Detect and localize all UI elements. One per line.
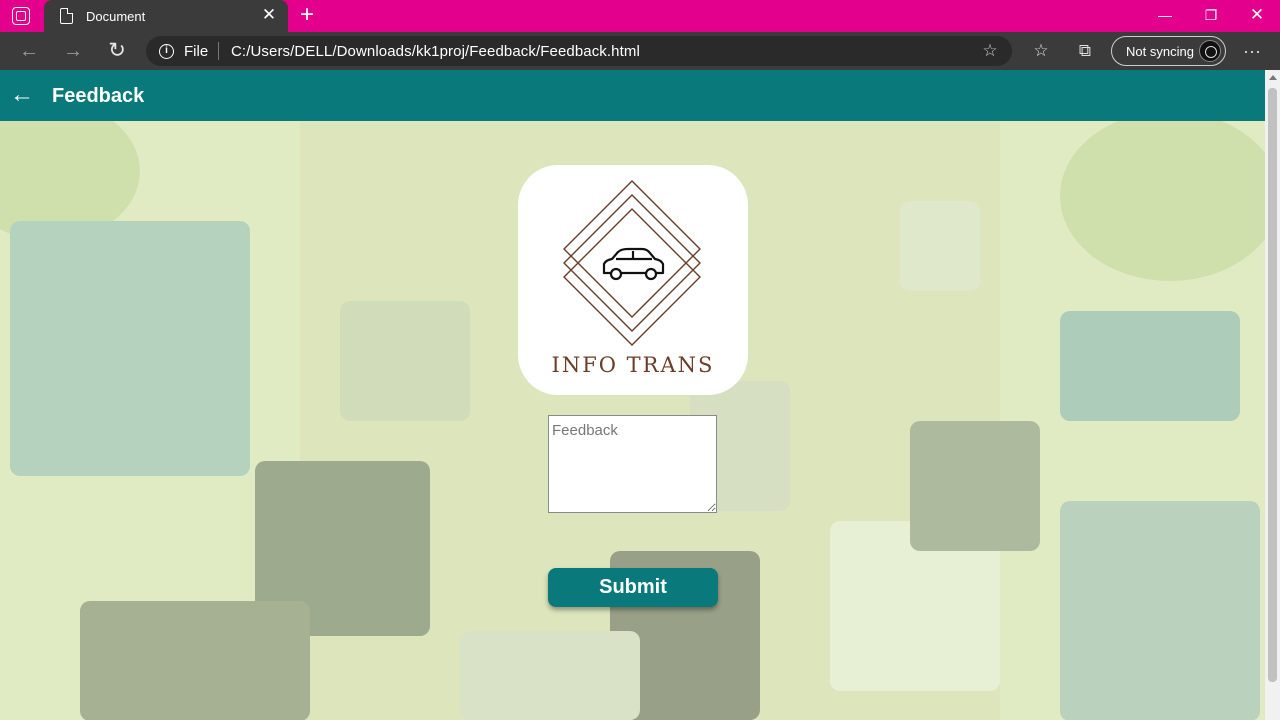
- feedback-input[interactable]: [548, 415, 717, 513]
- new-tab-icon[interactable]: +: [296, 3, 318, 27]
- sync-status-label: Not syncing: [1126, 44, 1194, 59]
- minimize-window-button[interactable]: —: [1142, 0, 1188, 30]
- submit-button[interactable]: Submit: [548, 568, 718, 607]
- collections-icon[interactable]: ⧉: [1073, 39, 1097, 63]
- app-header: ← Feedback: [0, 70, 1265, 121]
- profile-sync-button[interactable]: Not syncing: [1111, 36, 1226, 66]
- address-url[interactable]: C:/Users/DELL/Downloads/kk1proj/Feedback…: [231, 43, 640, 60]
- browser-title-bar: Document ✕ + — ❐ ✕: [0, 0, 1280, 32]
- logo-card: INFO TRANS: [518, 165, 748, 395]
- browser-toolbar: ← → ↻ i File C:/Users/DELL/Downloads/kk1…: [0, 32, 1280, 70]
- browser-tab[interactable]: Document ✕: [44, 0, 288, 32]
- avatar: [1199, 40, 1221, 62]
- page-viewport: ← Feedback INFO TRANS Feedback Submit: [0, 70, 1265, 720]
- page-title: Feedback: [52, 85, 145, 107]
- refresh-icon[interactable]: ↻: [104, 38, 130, 64]
- close-tab-icon[interactable]: ✕: [260, 6, 278, 24]
- tab-actions-icon[interactable]: [12, 7, 30, 25]
- add-favorite-icon[interactable]: ☆: [980, 41, 1000, 61]
- address-scheme: File: [184, 43, 209, 60]
- address-bar[interactable]: i File C:/Users/DELL/Downloads/kk1proj/F…: [146, 36, 1012, 66]
- logo-text: INFO TRANS: [551, 353, 715, 377]
- forward-icon[interactable]: →: [60, 38, 86, 64]
- page-scrollbar[interactable]: [1265, 70, 1280, 720]
- address-separator: [218, 42, 219, 60]
- back-arrow-icon[interactable]: ←: [10, 82, 34, 108]
- restore-window-button[interactable]: ❐: [1188, 0, 1234, 30]
- favorites-icon[interactable]: ☆: [1029, 39, 1053, 63]
- tab-title: Document: [86, 9, 146, 24]
- page-icon: [60, 8, 73, 24]
- info-icon[interactable]: i: [159, 44, 174, 59]
- more-options-icon[interactable]: ···: [1240, 39, 1264, 63]
- close-window-button[interactable]: ✕: [1234, 0, 1280, 30]
- back-icon[interactable]: ←: [16, 38, 42, 64]
- scroll-up-icon[interactable]: [1269, 75, 1277, 80]
- scrollbar-thumb[interactable]: [1268, 88, 1277, 682]
